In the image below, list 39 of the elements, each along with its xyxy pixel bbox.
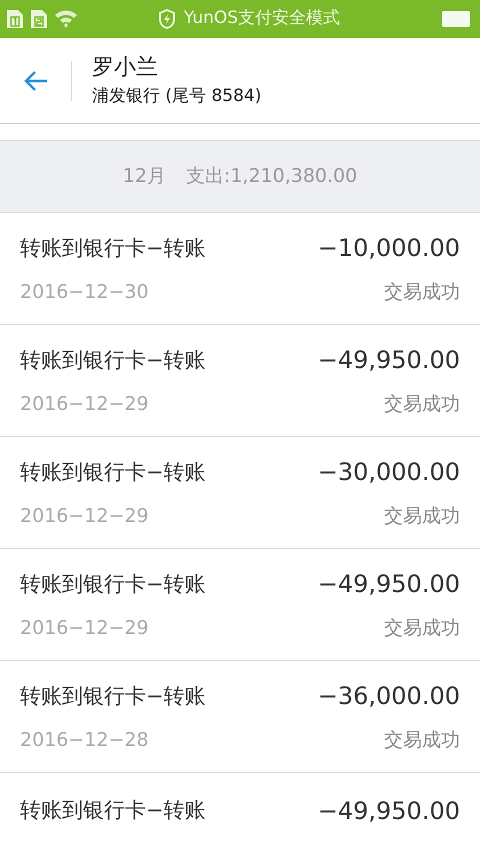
transaction-date: 2016−12−29 (20, 504, 149, 530)
sim-card-icon (6, 9, 24, 29)
contact-name: 罗小兰 (92, 54, 159, 82)
transaction-amount: −30,000.00 (318, 457, 460, 488)
transaction-amount: −49,950.00 (318, 569, 460, 600)
transaction-row[interactable]: 转账到银行卡−转账 −49,950.00 2016−12−29 交易成功 (0, 325, 480, 437)
transaction-title: 转账到银行卡−转账 (20, 234, 206, 262)
transaction-row[interactable]: 转账到银行卡−转账 −49,950.00 (0, 773, 480, 854)
wifi-icon (54, 8, 80, 30)
transaction-amount: −10,000.00 (318, 233, 460, 264)
transaction-row[interactable]: 转账到银行卡−转账 −49,950.00 2016−12−29 交易成功 (0, 549, 480, 661)
shield-icon (158, 9, 176, 29)
transaction-row[interactable]: 转账到银行卡−转账 −10,000.00 2016−12−30 交易成功 (0, 213, 480, 325)
account-label: 浦发银行 (尾号 8584) (92, 84, 262, 108)
transaction-date: 2016−12−30 (20, 280, 149, 306)
transaction-status: 交易成功 (384, 392, 460, 418)
back-arrow-icon (22, 70, 48, 92)
transaction-title: 转账到银行卡−转账 (20, 570, 206, 598)
expense-total: 支出:1,210,380.00 (186, 164, 358, 190)
battery-icon (442, 11, 470, 27)
transaction-row[interactable]: 转账到银行卡−转账 −30,000.00 2016−12−29 交易成功 (0, 437, 480, 549)
month-label: 12月 (122, 164, 166, 190)
transaction-status: 交易成功 (384, 728, 460, 754)
transaction-date: 2016−12−29 (20, 392, 149, 418)
sim-card-icon (30, 9, 48, 29)
transaction-title: 转账到银行卡−转账 (20, 346, 206, 374)
transaction-title: 转账到银行卡−转账 (20, 682, 206, 710)
transaction-amount: −36,000.00 (318, 681, 460, 712)
status-title: YunOS支付安全模式 (184, 7, 340, 30)
transaction-amount: −49,950.00 (318, 796, 460, 827)
transaction-status: 交易成功 (384, 504, 460, 530)
transaction-row[interactable]: 转账到银行卡−转账 −36,000.00 2016−12−28 交易成功 (0, 661, 480, 773)
transaction-date: 2016−12−28 (20, 728, 149, 754)
transaction-status: 交易成功 (384, 280, 460, 306)
transaction-date: 2016−12−29 (20, 616, 149, 642)
transaction-amount: −49,950.00 (318, 345, 460, 376)
transaction-status: 交易成功 (384, 616, 460, 642)
transaction-title: 转账到银行卡−转账 (20, 797, 206, 824)
transaction-title: 转账到银行卡−转账 (20, 458, 206, 486)
